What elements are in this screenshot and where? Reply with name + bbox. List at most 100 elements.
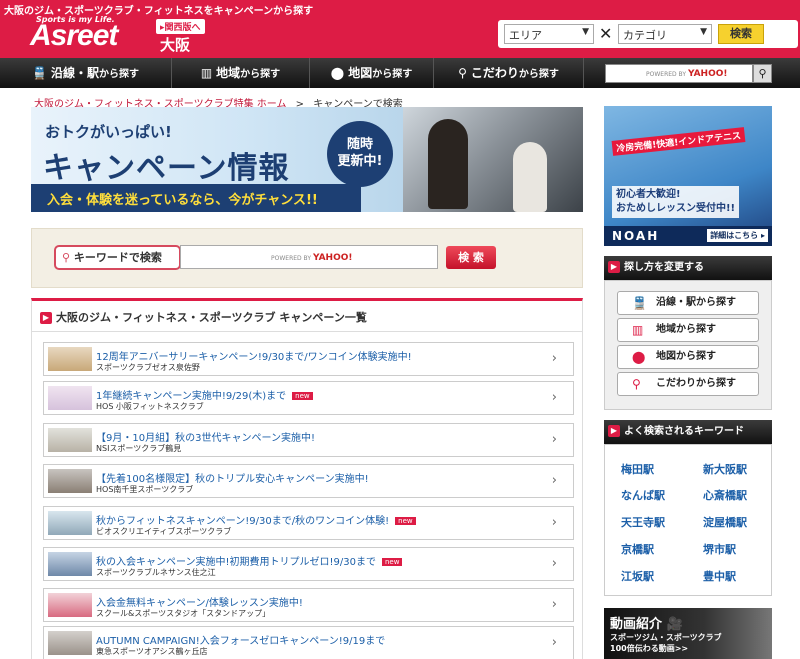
keyword-search-input[interactable]: POWERED BY YAHOO! [180,245,438,269]
building-icon: ▥ [632,323,644,337]
campaign-thumbnail [48,386,92,410]
keyword-link[interactable]: 豊中駅 [703,568,736,584]
arrow-right-icon: ▶ [608,261,620,273]
campaign-item[interactable]: 入会金無料キャンペーン/体験レッスン実施中! スクール&スポーツスタジオ「スタン… [43,588,574,622]
campaign-banner: おトクがいっぱい! キャンペーン情報 随時 更新中! 入会・体験を迷っているなら… [31,107,583,212]
nav-search-button[interactable]: ⚲ [753,64,772,83]
dropdown-arrow-icon: ▼ [582,27,589,37]
search-icon: ⚲ [458,66,467,80]
banner-tag: 冷房完備!快適!インドアテニス [611,127,746,156]
chevron-right-icon: › [551,390,557,405]
main-nav: 🚆 沿線・駅から探す ▥ 地域から探す ⬤ 地図から探す ⚲ こだわりから探す POWE… [0,58,800,88]
keyword-link[interactable]: 天王寺駅 [621,514,665,530]
keyword-link[interactable]: 堺市駅 [703,541,736,557]
nav-item-line-station[interactable]: 🚆 沿線・駅から探す [0,58,172,88]
nav-item-preference[interactable]: ⚲ こだわりから探す [434,58,584,88]
chevron-right-icon: › [551,597,557,612]
dropdown-arrow-icon: ▼ [700,27,707,37]
search-by-line-button[interactable]: 🚆 沿線・駅から探す [617,291,759,315]
campaign-thumbnail [48,469,92,493]
region-name: 大阪 [160,36,191,54]
campaign-list: ▶ 大阪のジム・フィットネス・スポーツクラブ キャンペーン一覧 12周年アニバーサ… [31,298,583,659]
campaign-item[interactable]: 【9月・10月組】秋の3世代キャンペーン実施中! NSIスポーツクラブ鶴見 › [43,423,574,457]
keyword-link[interactable]: 新大阪駅 [703,461,747,477]
popular-keywords-heading: ▶ よく検索されるキーワード [604,420,772,444]
arrow-right-icon: ▶ [40,312,52,324]
banner-footer: NOAH 詳細はこちら ▸ [604,226,772,246]
search-by-map-button[interactable]: ⬤ 地図から探す [617,345,759,369]
search-icon: ⚲ [632,377,641,391]
campaign-thumbnail [48,593,92,617]
campaign-item[interactable]: 秋の入会キャンペーン実施中!初期費用トリプルゼロ!9/30まで new スポーツク… [43,547,574,581]
keyword-search-button[interactable]: 検 索 [446,246,496,269]
campaign-list-heading: ▶ 大阪のジム・フィットネス・スポーツクラブ キャンペーン一覧 [40,309,367,325]
map-pin-icon: ⬤ [330,66,345,80]
nav-item-map[interactable]: ⬤ 地図から探す [310,58,434,88]
nav-item-area[interactable]: ▥ 地域から探す [172,58,310,88]
search-icon: ⚲ [758,67,767,80]
campaign-item[interactable]: 12周年アニバーサリーキャンペーン!9/30まで/ワンコイン体験実施中! スポー… [43,342,574,376]
campaign-item[interactable]: AUTUMN CAMPAIGN!入会フォースゼロキャンペーン!9/19まで 東急… [43,626,574,659]
area-select[interactable]: エリア ▼ [504,24,594,44]
keyword-link[interactable]: 京橋駅 [621,541,654,557]
campaign-thumbnail [48,428,92,452]
new-badge: new [381,558,403,566]
map-pin-icon: ⬤ [632,350,646,364]
header-search: エリア ▼ ✕ カテゴリ ▼ 検索 [498,20,798,48]
nav-search-input[interactable]: POWERED BY YAHOO! [605,64,753,83]
campaign-thumbnail [48,347,92,371]
video-intro-banner[interactable]: 動画紹介 🎥 スポーツジム・スポーツクラブ 100倍伝わる動画>> [604,608,772,659]
campaign-item[interactable]: 秋からフィットネスキャンペーン!9/30まで/秋のワンコイン体験! new ビオス… [43,506,574,540]
header-search-button[interactable]: 検索 [718,24,764,44]
banner-text: 初心者大歓迎! おためしレッスン受付中!! [612,186,740,218]
chevron-right-icon: › [551,635,557,650]
search-by-area-button[interactable]: ▥ 地域から探す [617,318,759,342]
keyword-link[interactable]: 淀屋橋駅 [703,514,747,530]
banner-photo [403,107,583,212]
how-to-search-panel: 🚆 沿線・駅から探す ▥ 地域から探す ⬤ 地図から探す ⚲ こだわりから探す [604,280,772,410]
chevron-right-icon: › [551,351,557,366]
keyword-link[interactable]: 梅田駅 [621,461,654,477]
detail-link[interactable]: 詳細はこちら ▸ [707,229,768,242]
category-select[interactable]: カテゴリ ▼ [618,24,712,44]
divider [32,331,582,332]
search-icon: ⚲ [62,251,71,264]
video-banner-title: 動画紹介 🎥 [610,617,683,632]
how-to-search-heading: ▶ 探し方を変更する [604,256,772,280]
banner-person [428,119,468,209]
banner-title-large: キャンペーン情報 [43,151,290,186]
train-icon: 🚆 [632,296,647,310]
noah-tennis-banner[interactable]: 冷房完備!快適!インドアテニス 初心者大歓迎! おためしレッスン受付中!! NO… [604,106,772,246]
building-icon: ▥ [200,66,213,80]
cross-icon: ✕ [599,24,613,43]
keyword-link[interactable]: 江坂駅 [621,568,654,584]
popular-keywords-panel: 梅田駅 新大阪駅 なんば駅 心斎橋駅 天王寺駅 淀屋橋駅 京橋駅 堺市駅 江坂駅… [604,444,772,596]
keyword-link[interactable]: 心斎橋駅 [703,487,747,503]
search-by-preference-button[interactable]: ⚲ こだわりから探す [617,372,759,396]
campaign-thumbnail [48,511,92,535]
banner-badge: 随時 更新中! [327,121,393,187]
arrow-right-icon: ▶ [608,425,620,437]
banner-person [513,142,547,212]
play-icon: ▸ [760,231,765,240]
campaign-item[interactable]: 1年継続キャンペーン実施中!9/29(木)まで new HOS 小阪フィットネスク… [43,381,574,415]
kansai-link[interactable]: ▸関西版へ [156,19,205,34]
noah-logo: NOAH [612,229,660,243]
banner-title-small: おトクがいっぱい! [45,123,172,141]
keyword-link[interactable]: なんば駅 [621,487,665,503]
campaign-thumbnail [48,631,92,655]
chevron-right-icon: › [551,556,557,571]
video-camera-icon: 🎥 [666,617,683,632]
campaign-item[interactable]: 【先着100名様限定】秋のトリプル安心キャンペーン実施中! HOS南千里スポーツ… [43,464,574,498]
train-icon: 🚆 [32,66,47,80]
chevron-right-icon: › [551,473,557,488]
chevron-right-icon: › [551,515,557,530]
campaign-thumbnail [48,552,92,576]
video-banner-text: スポーツジム・スポーツクラブ 100倍伝わる動画>> [610,633,722,653]
new-badge: new [292,392,313,400]
new-badge: new [395,517,416,525]
site-logo[interactable]: Asreet [30,19,118,53]
keyword-search-box: ⚲ キーワードで検索 POWERED BY YAHOO! 検 索 [31,228,583,288]
site-header: 大阪のジム・スポーツクラブ・フィットネスをキャンペーンから探す Sports i… [0,0,800,58]
keyword-search-label: ⚲ キーワードで検索 [54,245,181,270]
